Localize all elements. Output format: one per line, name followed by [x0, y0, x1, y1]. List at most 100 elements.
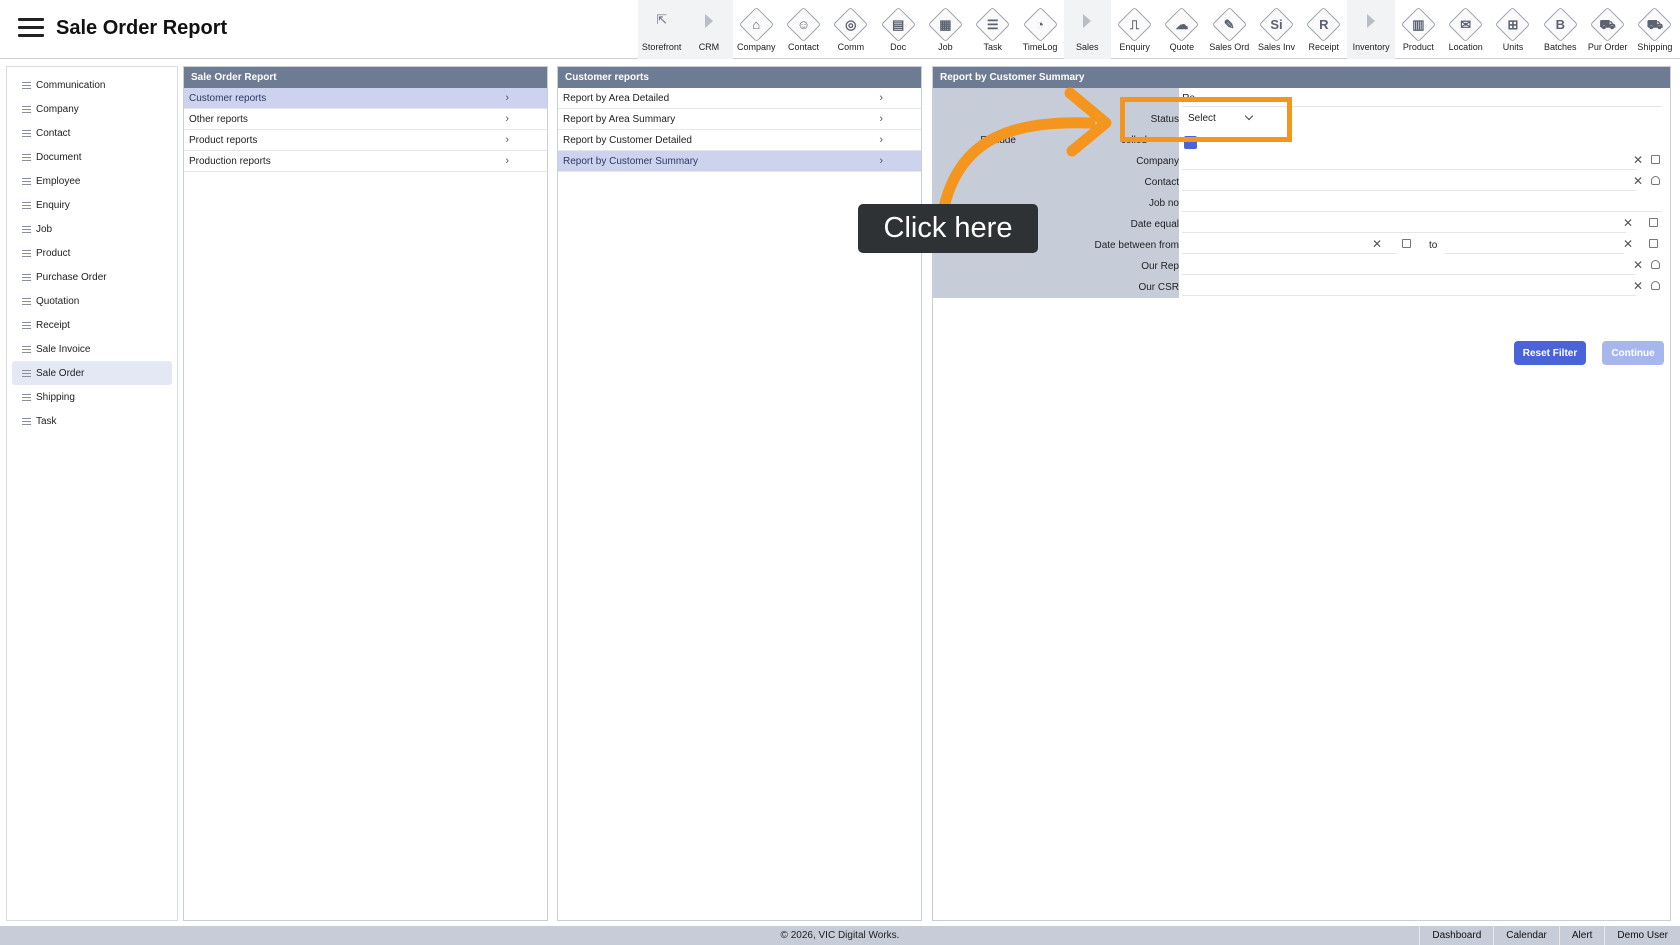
report-item-report-by-area-detailed[interactable]: Report by Area Detailed › — [558, 88, 921, 109]
list-icon — [22, 417, 31, 425]
toolbar-sales-inv-button[interactable]: Si Sales Inv — [1253, 0, 1300, 59]
sidebar-item-quotation[interactable]: Quotation — [12, 289, 172, 313]
list-icon — [22, 321, 31, 329]
toolbar-quote-button[interactable]: ☁ Quote — [1158, 0, 1205, 59]
sidebar-item-product[interactable]: Product — [12, 241, 172, 265]
toolbar-sales-button[interactable]: Sales — [1063, 0, 1111, 59]
toolbar-label: Receipt — [1308, 42, 1340, 52]
clear-contact-icon[interactable]: ✕ — [1633, 174, 1643, 188]
job-no-input[interactable] — [1182, 195, 1662, 212]
enquiry-icon: ⎍ — [1116, 6, 1153, 42]
clear-company-icon[interactable]: ✕ — [1633, 153, 1643, 167]
sidebar-item-company[interactable]: Company — [12, 97, 172, 121]
calendar-icon[interactable] — [1402, 239, 1411, 248]
report-item-label: Product reports — [189, 134, 258, 146]
sidebar-item-label: Product — [36, 247, 71, 259]
toolbar-label: Units — [1502, 42, 1524, 52]
company-lookup-icon[interactable] — [1651, 155, 1660, 164]
report-item-production-reports[interactable]: Production reports › — [184, 151, 547, 172]
sidebar-item-job[interactable]: Job — [12, 217, 172, 241]
calendar-icon[interactable] — [1649, 218, 1658, 227]
toolbar-pur-order-button[interactable]: ⛟ Pur Order — [1584, 0, 1631, 59]
sidebar-item-label: Receipt — [36, 319, 70, 331]
toolbar-crm-button[interactable]: CRM — [685, 0, 733, 59]
toolbar-glyph: ⌂ — [752, 16, 761, 32]
toolbar-job-button[interactable]: ▦ Job — [922, 0, 969, 59]
date-from-input[interactable] — [1182, 237, 1397, 254]
chevron-right-icon: › — [505, 113, 509, 125]
sidebar-item-contact[interactable]: Contact — [12, 121, 172, 145]
footer-links: Dashboard Calendar Alert Demo User — [1419, 926, 1680, 945]
date-equal-input[interactable] — [1182, 216, 1626, 233]
our-rep-user-icon[interactable] — [1651, 260, 1660, 269]
company-input[interactable] — [1182, 153, 1636, 170]
toolbar-timelog-button[interactable]: ◔ TimeLog — [1016, 0, 1063, 59]
toolbar-comm-button[interactable]: ◎ Comm — [827, 0, 874, 59]
toolbar-location-button[interactable]: ✉ Location — [1442, 0, 1489, 59]
status-select[interactable]: Select — [1183, 110, 1255, 129]
continue-button[interactable]: Continue — [1602, 341, 1664, 365]
toolbar-units-button[interactable]: ⊞ Units — [1489, 0, 1536, 59]
clear-our-rep-icon[interactable]: ✕ — [1633, 258, 1643, 272]
sidebar-item-shipping[interactable]: Shipping — [12, 385, 172, 409]
toolbar-contact-button[interactable]: ☺ Contact — [780, 0, 827, 59]
toolbar-batches-button[interactable]: B Batches — [1537, 0, 1584, 59]
our-rep-input[interactable] — [1182, 258, 1636, 275]
report-item-customer-reports[interactable]: Customer reports › — [184, 88, 547, 109]
sidebar-item-communication[interactable]: Communication — [12, 73, 172, 97]
calendar-icon[interactable] — [1649, 239, 1658, 248]
sidebar-item-employee[interactable]: Employee — [12, 169, 172, 193]
list-icon — [22, 105, 31, 113]
toolbar-doc-button[interactable]: ▤ Doc — [874, 0, 921, 59]
report-item-other-reports[interactable]: Other reports › — [184, 109, 547, 130]
our-csr-input[interactable] — [1182, 279, 1636, 296]
toolbar-storefront-button[interactable]: ⇱ Storefront — [638, 0, 686, 59]
report-item-report-by-customer-detailed[interactable]: Report by Customer Detailed › — [558, 130, 921, 151]
footer-link-alert[interactable]: Alert — [1558, 926, 1605, 945]
date-to-input[interactable] — [1444, 237, 1624, 254]
app-header: Sale Order Report ⇱ Storefront CRM ⌂ Company… — [0, 0, 1680, 59]
sidebar-item-label: Purchase Order — [36, 271, 107, 283]
exclude-cancelled-checkbox[interactable] — [1184, 136, 1197, 149]
sidebar-item-purchase-order[interactable]: Purchase Order — [12, 265, 172, 289]
hamburger-menu-icon[interactable] — [18, 18, 44, 38]
toolbar-sales-ord-button[interactable]: ✎ Sales Ord — [1206, 0, 1253, 59]
clear-date-equal-icon[interactable]: ✕ — [1623, 216, 1633, 230]
report-item-report-by-customer-summary[interactable]: Report by Customer Summary › — [558, 151, 921, 172]
toolbar-shipping-button[interactable]: ⛟ Shipping — [1631, 0, 1678, 59]
footer-link-demo-user[interactable]: Demo User — [1604, 926, 1680, 945]
contact-user-icon[interactable] — [1651, 176, 1660, 185]
clear-date-to-icon[interactable]: ✕ — [1623, 237, 1633, 251]
clear-our-csr-icon[interactable]: ✕ — [1633, 279, 1643, 293]
task-icon: ☰ — [975, 6, 1011, 42]
sidebar-item-document[interactable]: Document — [12, 145, 172, 169]
date-equal-label: Date equal — [1130, 219, 1179, 230]
footer-link-calendar[interactable]: Calendar — [1493, 926, 1559, 945]
toolbar-task-button[interactable]: ☰ Task — [969, 0, 1016, 59]
our-csr-user-icon[interactable] — [1651, 281, 1660, 290]
toolbar-company-button[interactable]: ⌂ Company — [733, 0, 780, 59]
sidebar-item-task[interactable]: Task — [12, 409, 172, 433]
report-item-report-by-area-summary[interactable]: Report by Area Summary › — [558, 109, 921, 130]
toolbar-label: TimeLog — [1022, 42, 1058, 52]
report-heading-input[interactable] — [1182, 90, 1662, 107]
reset-filter-button[interactable]: Reset Filter — [1514, 341, 1586, 365]
sidebar-item-sale-order[interactable]: Sale Order — [12, 361, 172, 385]
sidebar-item-enquiry[interactable]: Enquiry — [12, 193, 172, 217]
contact-input[interactable] — [1182, 174, 1636, 191]
report-item-product-reports[interactable]: Product reports › — [184, 130, 547, 151]
exclude-label: Exclude — [980, 135, 1016, 146]
footer-link-dashboard[interactable]: Dashboard — [1419, 926, 1493, 945]
list-icon — [22, 225, 31, 233]
report-category-panel-title: Sale Order Report — [184, 67, 547, 88]
toolbar-receipt-button[interactable]: R Receipt — [1300, 0, 1347, 59]
toolbar-product-button[interactable]: ▥ Product — [1395, 0, 1442, 59]
toolbar-inventory-button[interactable]: Inventory — [1347, 0, 1395, 59]
toolbar-label: Sales Ord — [1209, 42, 1250, 52]
sidebar-item-sale-invoice[interactable]: Sale Invoice — [12, 337, 172, 361]
section-arrow-icon — [704, 14, 713, 28]
clear-date-from-icon[interactable]: ✕ — [1372, 237, 1382, 251]
toolbar-enquiry-button[interactable]: ⎍ Enquiry — [1111, 0, 1158, 59]
toolbar-glyph: ⎍ — [1130, 16, 1140, 32]
sidebar-item-receipt[interactable]: Receipt — [12, 313, 172, 337]
